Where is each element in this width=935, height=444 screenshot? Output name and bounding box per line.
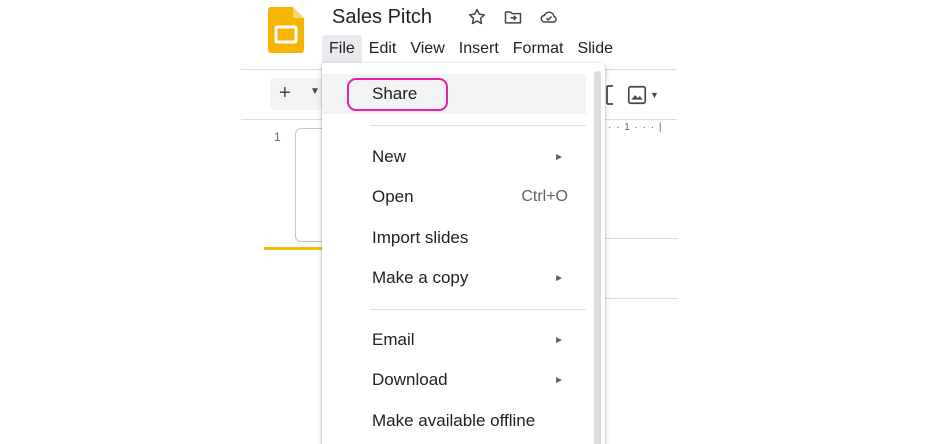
menu-slide[interactable]: Slide: [570, 35, 620, 63]
menu-scrollbar[interactable]: [594, 71, 601, 444]
file-menu-import-slides[interactable]: Import slides: [322, 218, 586, 258]
file-menu-make-a-copy[interactable]: Make a copy ►: [322, 258, 586, 298]
menu-item-label: Import slides: [372, 228, 469, 247]
submenu-arrow-icon: ►: [554, 151, 564, 163]
menu-view[interactable]: View: [403, 35, 451, 63]
new-slide-caret-icon[interactable]: ▼: [310, 86, 320, 97]
menu-item-label: Make a copy: [372, 268, 469, 287]
menu-shortcut: Ctrl+O: [521, 188, 568, 205]
file-menu: Share New ► Open Ctrl+O Import slides Ma…: [322, 63, 605, 444]
menu-item-label: Email: [372, 330, 415, 349]
file-menu-new[interactable]: New ►: [322, 137, 586, 177]
new-slide-button[interactable]: +: [279, 81, 291, 105]
menu-insert[interactable]: Insert: [452, 35, 506, 63]
menu-format[interactable]: Format: [506, 35, 571, 63]
menu-item-label: New: [372, 147, 407, 166]
file-menu-open[interactable]: Open Ctrl+O: [322, 177, 586, 217]
image-caret-icon: ▼: [650, 90, 659, 100]
move-folder-icon[interactable]: [502, 6, 524, 28]
menu-file[interactable]: File: [322, 35, 362, 63]
insert-image-button[interactable]: ▼: [626, 84, 659, 106]
canvas-edge: [600, 238, 678, 239]
file-menu-email[interactable]: Email ►: [322, 320, 586, 360]
menu-separator: [370, 125, 586, 126]
canvas-edge-lower: [600, 298, 678, 299]
menu-item-label: Open: [372, 187, 414, 206]
cloud-status-icon[interactable]: [538, 6, 560, 28]
file-menu-make-available-offline[interactable]: Make available offline: [322, 401, 586, 441]
file-menu-download[interactable]: Download ►: [322, 360, 586, 400]
slide-number: 1: [274, 130, 281, 144]
menu-edit[interactable]: Edit: [362, 35, 404, 63]
share-highlight-outline: [347, 78, 448, 111]
document-title[interactable]: Sales Pitch: [332, 5, 432, 29]
menu-item-label: Make available offline: [372, 411, 536, 430]
menubar: File Edit View Insert Format Slide: [322, 35, 620, 63]
image-icon: [627, 85, 647, 105]
star-icon[interactable]: [466, 6, 488, 28]
menu-separator: [370, 309, 586, 310]
slides-logo-icon[interactable]: [268, 7, 304, 53]
menu-item-label: Download: [372, 370, 448, 389]
horizontal-ruler: · · 1 · · · |: [608, 122, 663, 133]
submenu-arrow-icon: ►: [554, 334, 564, 346]
submenu-arrow-icon: ►: [554, 272, 564, 284]
filmstrip-selection-bar: [264, 247, 324, 250]
submenu-arrow-icon: ►: [554, 374, 564, 386]
crop-icon[interactable]: [604, 85, 614, 110]
